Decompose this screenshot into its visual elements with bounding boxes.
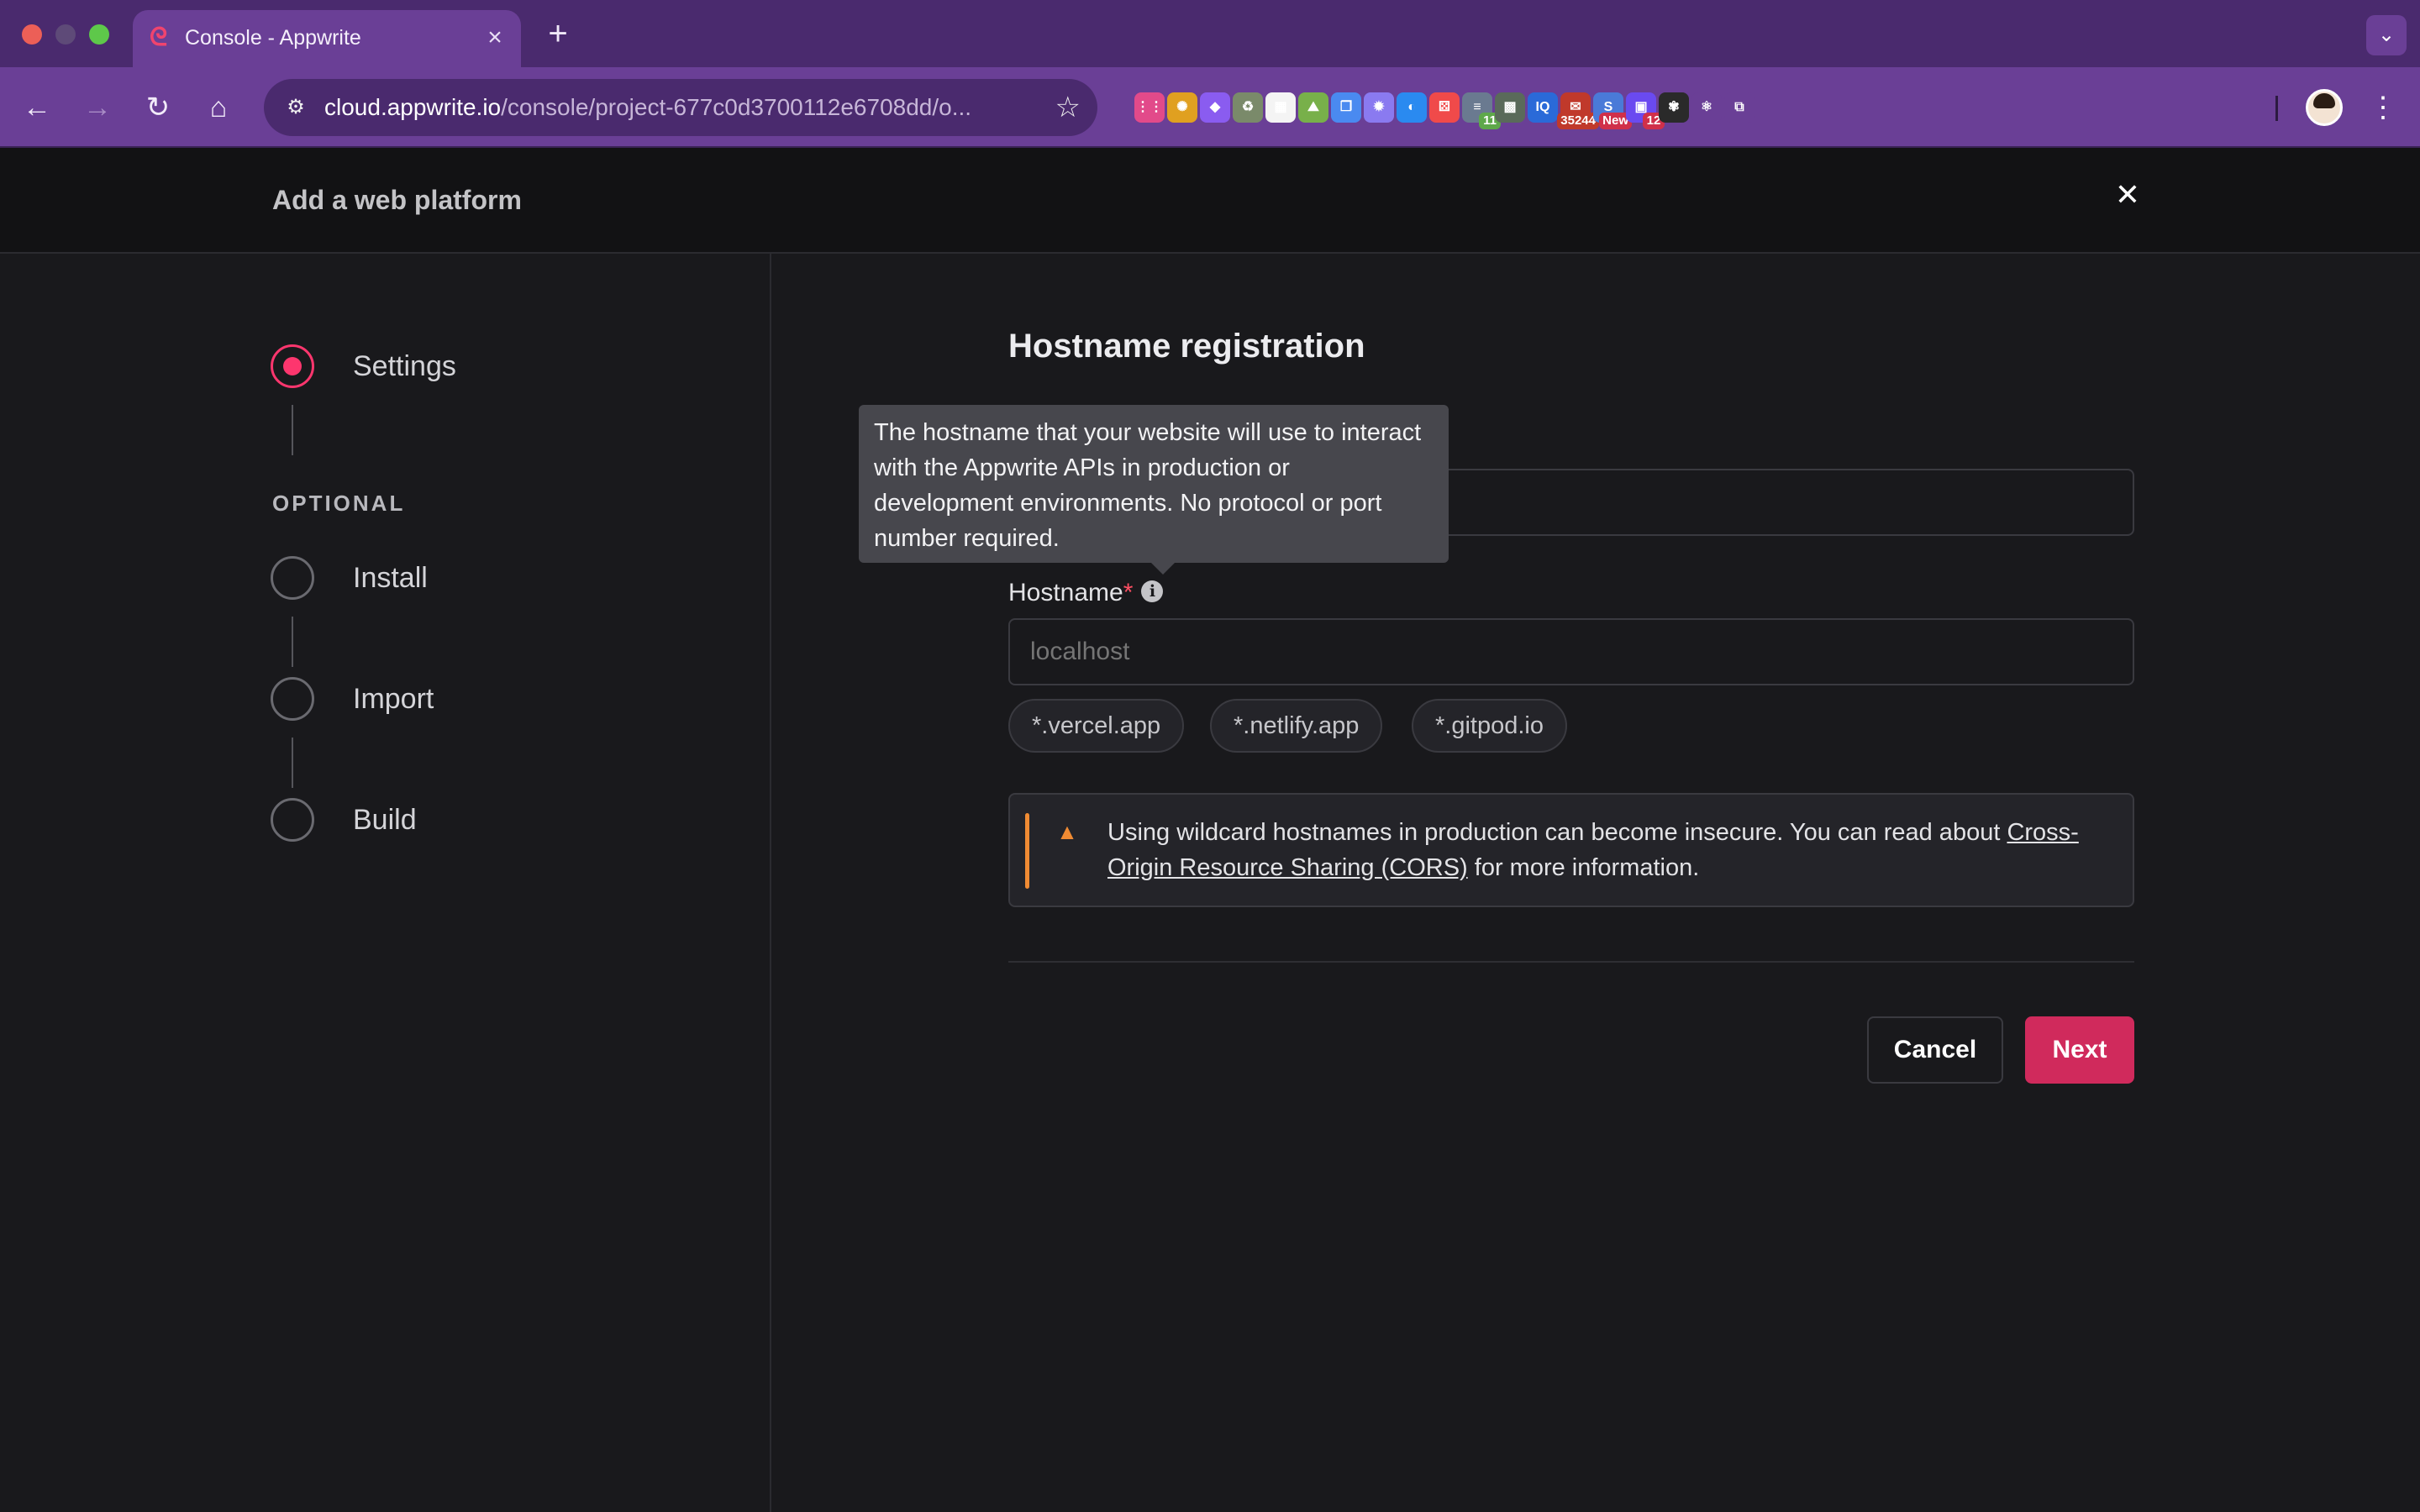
tab-close-icon[interactable]: × — [481, 24, 509, 52]
chat-extension-icon[interactable]: ▣ 12 — [1626, 92, 1665, 129]
react-extension-icon[interactable]: ⚛ — [1691, 92, 1722, 123]
copy-extension-icon[interactable]: ❐ — [1331, 92, 1361, 123]
step-label-build[interactable]: Build — [353, 803, 417, 837]
hostname-tooltip: The hostname that your website will use … — [859, 405, 1449, 575]
browser-tab[interactable]: ᘓ Console - Appwrite × — [133, 10, 521, 67]
swirl-extension-icon[interactable]: ◐ — [1397, 92, 1427, 123]
step-label-settings[interactable]: Settings — [353, 349, 456, 383]
step-indicator-settings — [271, 344, 314, 388]
toolbar-separator — [2275, 96, 2278, 121]
site-settings-icon[interactable]: ⚙ — [282, 94, 309, 121]
hostname-label: Hostname* i — [1008, 578, 1164, 608]
address-bar[interactable]: ⚙ cloud.appwrite.io/console/project-677c… — [264, 79, 1097, 136]
close-window-button[interactable] — [22, 24, 42, 45]
browser-tab-bar: ᘓ Console - Appwrite × + ⌄ — [0, 0, 2420, 67]
info-icon[interactable]: i — [1141, 580, 1164, 603]
home-icon[interactable]: ⌂ — [197, 86, 240, 129]
chatgpt-extension-icon[interactable]: ✾ — [1659, 92, 1689, 123]
settings-extension-icon[interactable]: ✹ — [1364, 92, 1394, 123]
forward-arrow-icon[interactable]: → — [76, 86, 119, 129]
alert-message: Using wildcard hostnames in production c… — [1107, 819, 2079, 881]
paint-extension-icon[interactable]: ◆ — [1200, 92, 1230, 123]
alert-accent-bar — [1025, 813, 1029, 889]
browser-menu-icon[interactable]: ⋮ — [2368, 86, 2398, 129]
chip-vercel[interactable]: *.vercel.app — [1008, 699, 1185, 753]
iq-extension-icon[interactable]: IQ — [1528, 92, 1558, 123]
modal-title: Add a web platform — [272, 185, 522, 215]
step-connector — [292, 617, 293, 667]
landscape-extension-icon[interactable]: ⛰ — [1298, 92, 1328, 123]
list-extension-icon[interactable]: ≡ 11 — [1462, 92, 1501, 129]
new-extension-icon[interactable]: S New — [1593, 92, 1632, 129]
cancel-button[interactable]: Cancel — [1867, 1016, 2003, 1084]
chip-gitpod[interactable]: *.gitpod.io — [1412, 699, 1567, 753]
tab-search-button[interactable]: ⌄ — [2366, 15, 2407, 55]
puzzle-extension-icon[interactable]: ⧉ — [1724, 92, 1754, 123]
browser-toolbar: ← → ↻ ⌂ ⚙ cloud.appwrite.io/console/proj… — [0, 67, 2420, 148]
step-indicator-build — [271, 798, 314, 842]
minimize-window-button[interactable] — [55, 24, 76, 45]
bookmark-star-icon[interactable]: ☆ — [1055, 91, 1081, 124]
profile-avatar[interactable] — [2306, 89, 2343, 126]
reload-icon[interactable]: ↻ — [136, 86, 180, 129]
step-label-install[interactable]: Install — [353, 561, 428, 595]
section-title: Hostname registration — [1008, 328, 1365, 365]
maximize-window-button[interactable] — [89, 24, 109, 45]
modal-header: Add a web platform ✕ — [0, 148, 2420, 254]
chip-netlify[interactable]: *.netlify.app — [1210, 699, 1383, 753]
apps-grid-icon[interactable]: ⋮⋮ — [1134, 92, 1165, 123]
next-button[interactable]: Next — [2025, 1016, 2134, 1084]
hostname-input[interactable] — [1008, 618, 2134, 685]
step-indicator-import — [271, 677, 314, 721]
warning-icon: ▲ — [1056, 819, 1078, 844]
wildcard-warning-alert: ▲ Using wildcard hostnames in production… — [1008, 793, 2134, 907]
new-tab-button[interactable]: + — [541, 17, 575, 50]
step-connector — [292, 405, 293, 455]
optional-heading: OPTIONAL — [272, 491, 406, 516]
calendar-extension-icon[interactable]: ▦ — [1265, 92, 1296, 123]
required-marker: * — [1123, 579, 1134, 606]
grid-extension-icon[interactable]: ▩ — [1495, 92, 1525, 123]
step-connector — [292, 738, 293, 788]
close-icon[interactable]: ✕ — [2111, 178, 2144, 212]
back-arrow-icon[interactable]: ← — [15, 86, 59, 129]
recycle-extension-icon[interactable]: ♻ — [1233, 92, 1263, 123]
tab-title: Console - Appwrite — [185, 26, 361, 50]
steps-sidebar: Settings OPTIONAL Install Import Build — [0, 254, 771, 1512]
color-wheel-extension-icon[interactable]: ✺ — [1167, 92, 1197, 123]
mail-extension-icon[interactable]: ✉ 35244 — [1557, 92, 1599, 129]
appwrite-favicon-icon: ᘓ — [150, 23, 168, 52]
form-divider — [1008, 961, 2134, 963]
dice-extension-icon[interactable]: ⚄ — [1429, 92, 1460, 123]
step-label-import[interactable]: Import — [353, 682, 434, 716]
step-indicator-install — [271, 556, 314, 600]
url-text[interactable]: cloud.appwrite.io/console/project-677c0d… — [324, 94, 1047, 121]
